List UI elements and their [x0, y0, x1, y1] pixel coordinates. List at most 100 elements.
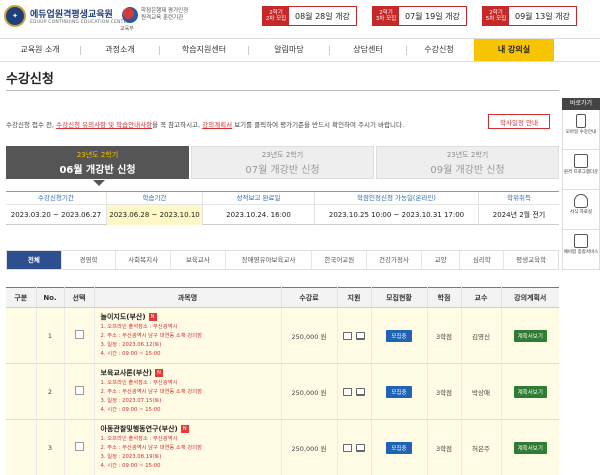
- category-tab-all[interactable]: 전체: [7, 251, 62, 269]
- col-header-type: 구분: [6, 287, 37, 308]
- academic-schedule-button[interactable]: 학사일정 안내: [488, 114, 550, 129]
- cell-credit: 3학점: [427, 419, 462, 475]
- recruiting-status-button[interactable]: 모집중: [386, 441, 412, 454]
- course-checkbox[interactable]: [74, 442, 84, 451]
- course-name[interactable]: 보육교사론(부산): [101, 369, 152, 377]
- term-name: 06월 개강반 신청: [59, 165, 136, 176]
- badge-tag: 2학기 2차 모집: [263, 7, 289, 25]
- course-detail: 3. 일정 : 2023.08.19(토): [100, 454, 162, 460]
- nav-item-learning-support[interactable]: 학습지원센터: [160, 39, 248, 61]
- badge-tag: 2학기 5차 모집: [483, 7, 509, 25]
- term-year: 23년도 2학기: [446, 151, 489, 159]
- course-name[interactable]: 놀이지도(부산): [101, 313, 146, 321]
- course-checkbox[interactable]: [74, 330, 84, 339]
- nav-item-my-classroom[interactable]: 내 강의실: [474, 39, 554, 61]
- view-syllabus-button[interactable]: 계획서보기: [513, 441, 547, 454]
- course-checkbox[interactable]: [74, 386, 84, 395]
- category-tab-social-worker[interactable]: 사회복지사: [116, 251, 171, 269]
- cell-fee: 250,000 원: [281, 363, 338, 420]
- cell-professor: 김영신: [461, 307, 502, 364]
- course-detail: 2. 주소 : 부산광역시 남구 대연동 소재 강의장: [100, 333, 202, 339]
- document-icon[interactable]: [343, 387, 352, 396]
- badge-tag-line2: 2차 모집: [265, 16, 287, 22]
- quick-item-service[interactable]: 예비합 종합서비스: [562, 230, 600, 270]
- nav-item-consulting[interactable]: 상담센터: [330, 39, 406, 61]
- badge-date: 07월 19일 개강: [405, 11, 460, 21]
- badge-tag: 2학기 3차 모집: [373, 7, 399, 25]
- notice-link-guidelines[interactable]: 수강신청 유의사항 및 학습안내사항: [56, 121, 152, 129]
- nav-item-enroll[interactable]: 수강신청: [407, 39, 471, 61]
- quick-item-label: 모바일 수강안내: [565, 130, 597, 135]
- cell-syllabus: 계획서보기: [501, 307, 559, 364]
- document-icon[interactable]: [343, 443, 352, 452]
- service-document-icon: [574, 234, 588, 248]
- new-badge: N: [148, 313, 157, 321]
- quick-item-remote-download[interactable]: 원격 프로그램다운: [562, 150, 600, 190]
- open-badge-1[interactable]: 2학기 2차 모집 08월 28일 개강: [262, 6, 357, 26]
- quick-item-label: 예비합 종합서비스: [563, 250, 599, 255]
- term-name: 09월 개강반 신청: [430, 165, 505, 176]
- period-table: 수강신청기간 2023.03.20 ~ 2023.06.27 학습기간 2023…: [6, 191, 559, 226]
- quick-item-mobile-guide[interactable]: 모바일 수강안내: [562, 110, 600, 150]
- open-badge-2[interactable]: 2학기 3차 모집 07월 19일 개강: [372, 6, 467, 26]
- course-detail: 4. 시간 : 09:00 ~ 15:00: [100, 407, 161, 413]
- category-tab-family-counselor[interactable]: 건강가정사: [367, 251, 422, 269]
- badge-tag-line2: 3차 모집: [375, 16, 397, 22]
- term-tab-july[interactable]: 23년도 2학기 07월 개강반 신청: [191, 146, 374, 179]
- monitor-icon[interactable]: [356, 443, 365, 452]
- table-row: 3 아동관찰및행동연구(부산) N 1. 오프라인 출석장소 : 부산광역시 2.…: [6, 419, 559, 475]
- quick-item-forms[interactable]: 서식 자료실: [562, 190, 600, 230]
- nav-item-courses[interactable]: 과정소개: [81, 39, 159, 61]
- category-tab-business[interactable]: 경영학: [62, 251, 117, 269]
- monitor-icon[interactable]: [356, 331, 365, 340]
- course-name[interactable]: 아동관찰및행동연구(부산): [101, 425, 178, 433]
- cell-type: [6, 363, 37, 420]
- cell-status: 모집중: [371, 419, 428, 475]
- category-tab-lifelong-education[interactable]: 평생교육학: [504, 251, 558, 269]
- site-logo[interactable]: ✦ 에듀업원격평생교육원 EDUUP CONTINUING EDUCATION …: [4, 5, 130, 27]
- view-syllabus-button[interactable]: 계획서보기: [513, 385, 547, 398]
- quick-item-label: 서식 자료실: [569, 210, 593, 215]
- term-tab-june[interactable]: 23년도 2학기 06월 개강반 신청: [6, 146, 189, 186]
- cell-credit: 3학점: [427, 363, 462, 420]
- new-badge: N: [154, 369, 163, 377]
- term-tab-september[interactable]: 23년도 2학기 09월 개강반 신청: [376, 146, 559, 179]
- view-syllabus-button[interactable]: 계획서보기: [513, 329, 547, 342]
- cell-course: 놀이지도(부산) N 1. 오프라인 출석장소 : 부산광역시 2. 주소 : 부…: [94, 307, 282, 364]
- course-detail: 1. 오프라인 출석장소 : 부산광역시: [100, 436, 178, 442]
- category-tab-psychology[interactable]: 심리학: [460, 251, 505, 269]
- course-detail: 1. 오프라인 출석장소 : 부산광역시: [100, 380, 178, 386]
- page-title: 수강신청: [6, 72, 54, 87]
- document-icon[interactable]: [343, 331, 352, 340]
- monitor-icon[interactable]: [356, 387, 365, 396]
- logo-seal-icon: ✦: [4, 5, 26, 27]
- cell-course: 보육교사론(부산) N 1. 오프라인 출석장소 : 부산광역시 2. 주소 : …: [94, 363, 282, 420]
- course-detail: 3. 일정 : 2023.06.12(토): [100, 342, 162, 348]
- notice-link-syllabus[interactable]: 강의계획서: [202, 121, 232, 129]
- cell-support: [337, 363, 372, 420]
- col-header-select: 선택: [64, 287, 95, 308]
- main-nav: 교육원 소개 과정소개 학습지원센터 알림마당 상담센터 수강신청 내 강의실: [0, 38, 600, 62]
- term-name: 07월 개강반 신청: [245, 165, 320, 176]
- ministry-partner: 학점은행제 평가인정 원격교육 훈련기관 교육부: [120, 7, 189, 32]
- category-tab-disabled-childcare[interactable]: 장애영유아보육교사: [226, 251, 313, 269]
- cell-support: [337, 419, 372, 475]
- category-tab-korean-teacher[interactable]: 한국어교원: [312, 251, 368, 269]
- cell-no: 3: [36, 419, 65, 475]
- recruiting-status-button[interactable]: 모집중: [386, 329, 412, 342]
- period-label: 학점인정신청 가능일(온라인): [315, 192, 478, 205]
- open-badge-3[interactable]: 2학기 5차 모집 09월 13일 개강: [482, 6, 577, 26]
- category-tab-childcare-teacher[interactable]: 보육교사: [171, 251, 226, 269]
- nav-item-about[interactable]: 교육원 소개: [0, 39, 80, 61]
- recruiting-status-button[interactable]: 모집중: [386, 385, 412, 398]
- cell-select: [64, 363, 95, 420]
- enroll-notice: 수강신청 접수 전, 수강신청 유의사항 및 학습안내사항을 꼭 참고하시고, …: [6, 119, 404, 129]
- cell-select: [64, 419, 95, 475]
- quick-item-label: 원격 프로그램다운: [563, 170, 599, 175]
- partner-text-1: 학점은행제 평가인정: [141, 8, 189, 14]
- nav-item-notices[interactable]: 알림마당: [249, 39, 329, 61]
- category-tab-liberal-arts[interactable]: 교양: [422, 251, 461, 269]
- notice-text: 보기를 클릭하여 평가기준을 반드시 확인하여 주시기 바랍니다.: [232, 121, 405, 129]
- notice-text: 수강신청 접수 전,: [6, 121, 57, 129]
- partner-text-2: 원격교육 훈련기관: [141, 15, 184, 21]
